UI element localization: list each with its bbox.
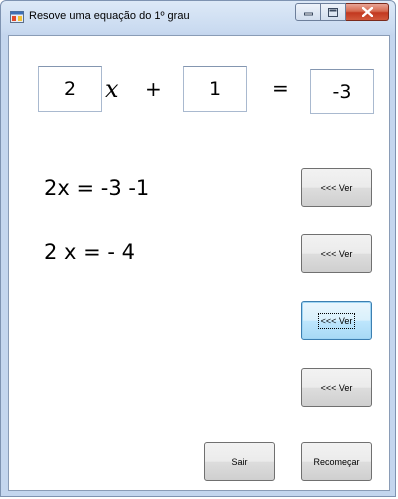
result-value: -3 [332,80,352,103]
app-icon [10,11,24,23]
exit-label: Sair [231,456,248,467]
plus-sign: + [145,77,162,101]
variable-label: x [105,75,119,103]
close-button[interactable] [346,3,389,21]
result-field[interactable]: -3 [310,69,374,114]
equals-sign: = [272,76,289,100]
app-window: Resove uma equação do 1º grau 2 x + 1 = … [0,0,396,497]
minimize-button[interactable] [295,3,321,21]
title-bar[interactable]: Resove uma equação do 1º grau [1,1,395,35]
ver-step-2-label: <<< Ver [320,248,353,259]
step-2-text: 2 x = - 4 [44,240,136,264]
caption-buttons [295,3,389,21]
restart-button[interactable]: Recomeçar [301,442,372,481]
minimize-icon [303,12,313,16]
step-1-text: 2x = -3 -1 [44,176,150,200]
ver-step-3-button[interactable]: <<< Ver [301,301,372,340]
coefficient-value: 2 [63,78,77,100]
ver-step-4-label: <<< Ver [320,382,353,393]
restart-label: Recomeçar [313,456,360,467]
coefficient-field[interactable]: 2 [38,66,102,112]
ver-step-3-label: <<< Ver [317,312,356,329]
close-icon [361,7,373,17]
maximize-icon [328,7,338,17]
ver-step-1-button[interactable]: <<< Ver [301,168,372,207]
constant-field[interactable]: 1 [183,66,247,112]
constant-value: 1 [208,78,222,100]
ver-step-1-label: <<< Ver [320,182,353,193]
exit-button[interactable]: Sair [204,442,275,481]
ver-step-4-button[interactable]: <<< Ver [301,368,372,407]
maximize-button[interactable] [321,3,346,21]
form-client-area: 2 x + 1 = -3 2x = -3 -1 2 x = - 4 <<< Ve… [8,35,390,491]
ver-step-2-button[interactable]: <<< Ver [301,234,372,273]
window-title: Resove uma equação do 1º grau [29,10,190,22]
